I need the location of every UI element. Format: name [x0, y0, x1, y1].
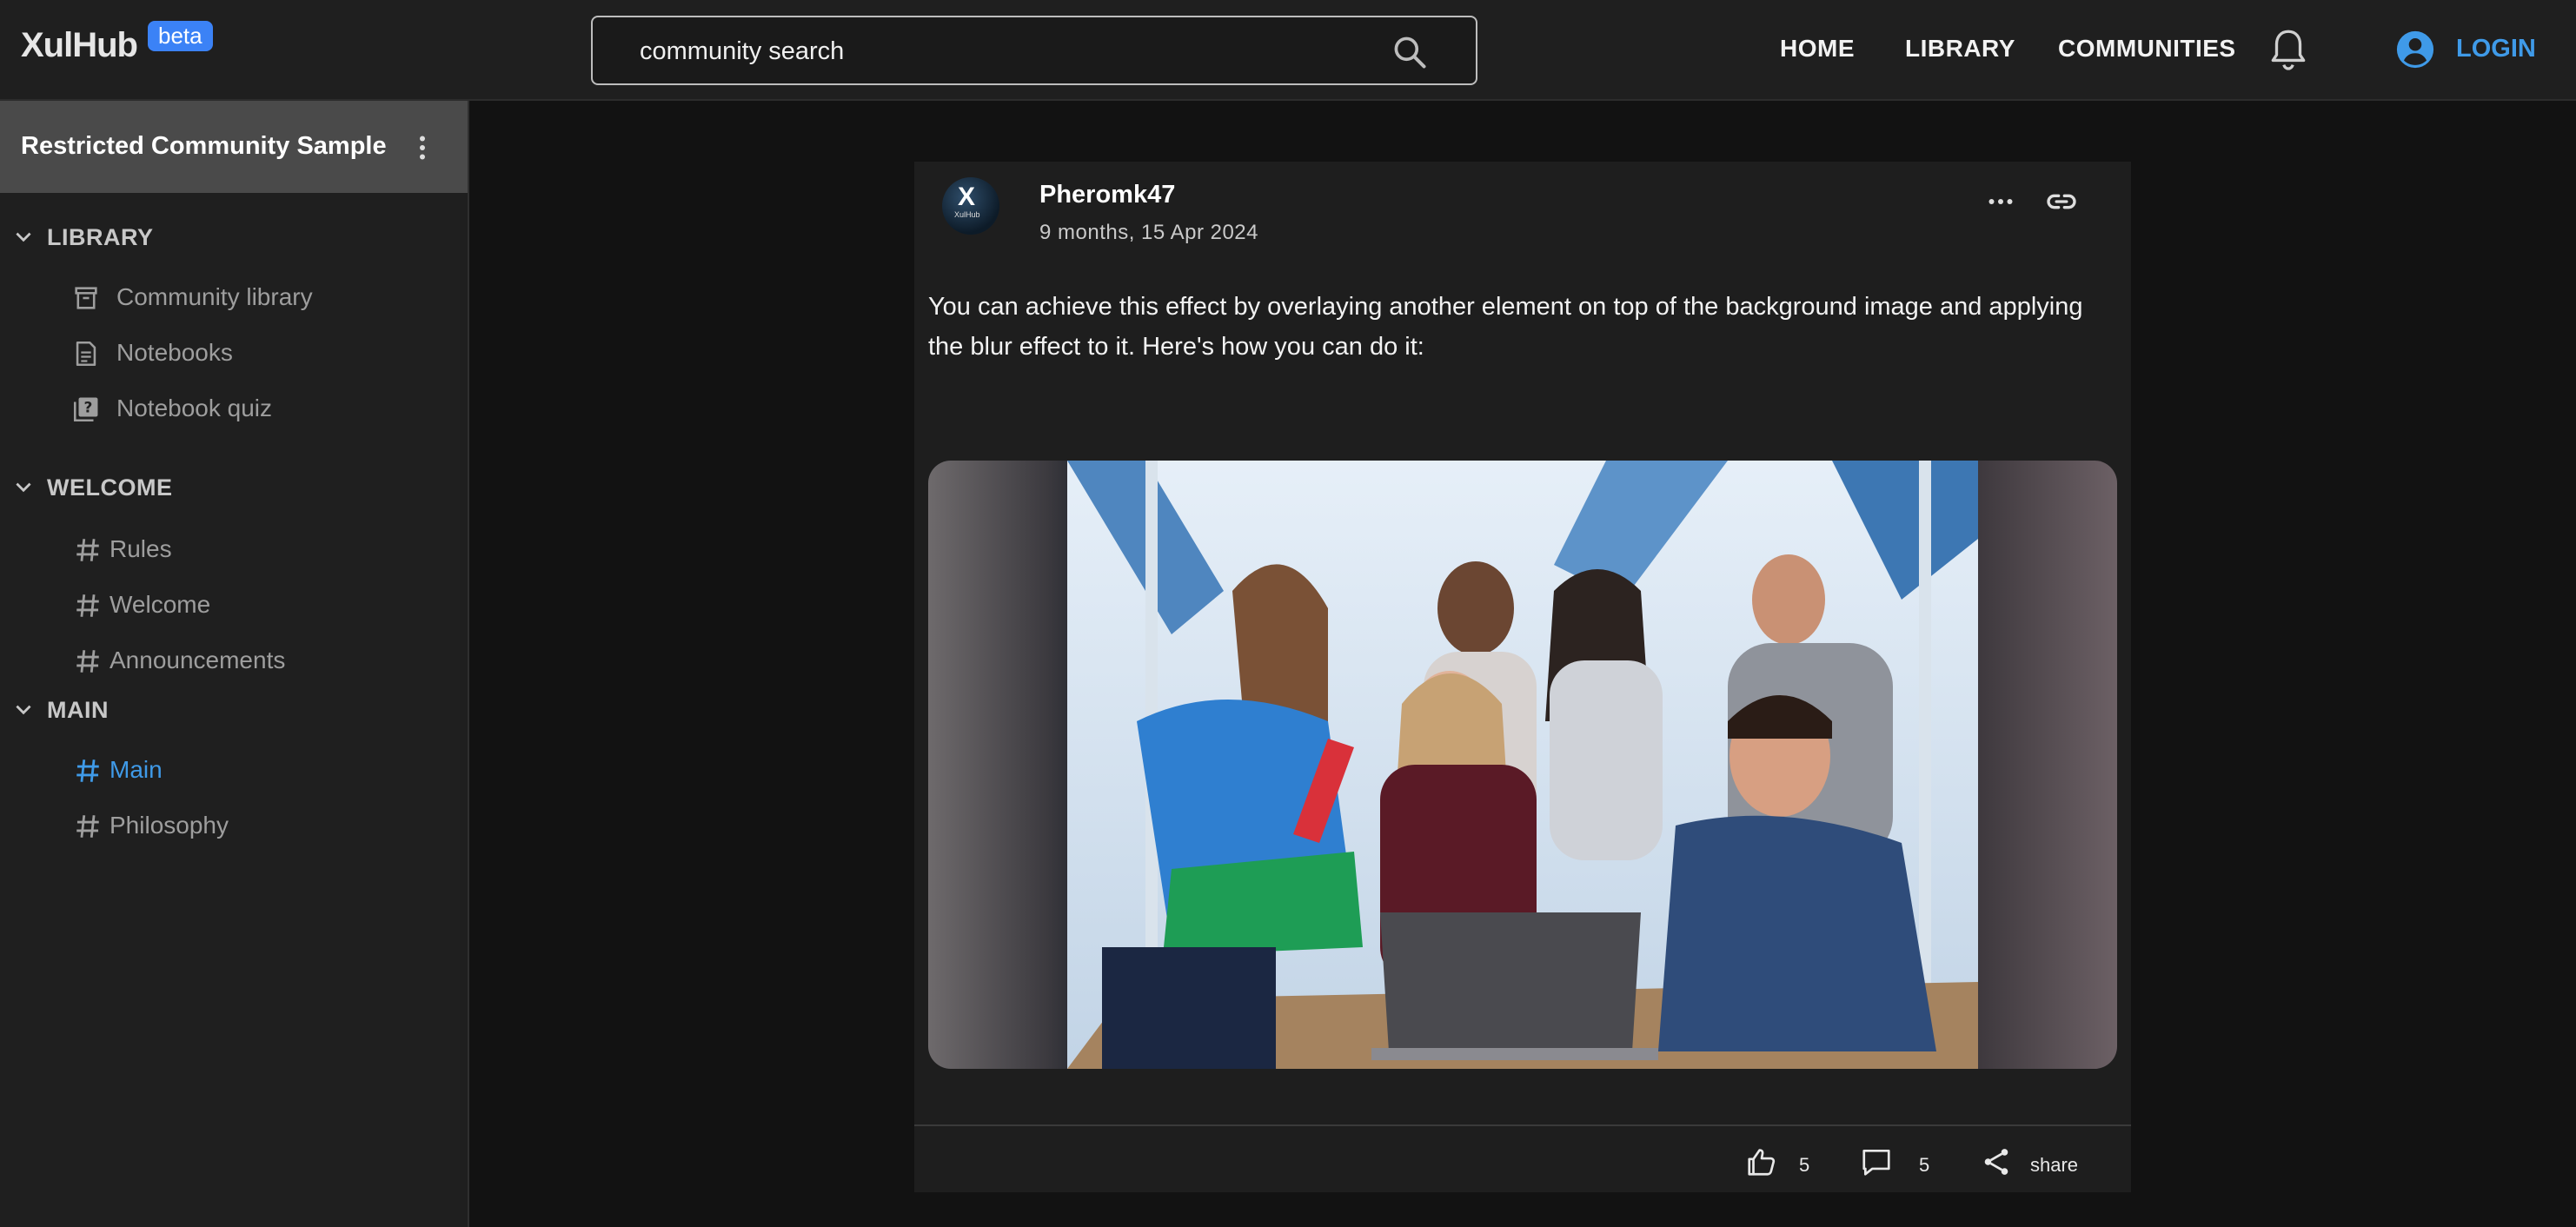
post-divider — [914, 1124, 2131, 1126]
nav-library[interactable]: LIBRARY — [1905, 35, 2015, 63]
sidebar: Restricted Community Sample LIBRARY Comm… — [0, 101, 469, 1227]
community-title: Restricted Community Sample — [21, 132, 387, 160]
avatar[interactable]: X XulHub — [942, 177, 999, 235]
more-horizontal-icon[interactable] — [1985, 186, 2016, 217]
link-icon[interactable] — [2044, 184, 2079, 219]
share-icon — [1984, 1149, 2008, 1175]
comment-icon — [1862, 1149, 1890, 1176]
like-button[interactable]: 5 — [1745, 1145, 1823, 1184]
sidebar-item-label: Philosophy — [110, 812, 229, 839]
sidebar-item-community-library[interactable]: Community library — [71, 283, 384, 315]
post-date: 9 months, 15 Apr 2024 — [1039, 221, 1258, 244]
share-label: share — [2030, 1154, 2079, 1176]
sidebar-item-announcements[interactable]: Announcements — [73, 647, 386, 678]
thumbs-up-icon — [1748, 1149, 1776, 1176]
nav-communities[interactable]: COMMUNITIES — [2058, 35, 2236, 63]
sidebar-item-main[interactable]: Main — [73, 756, 386, 787]
top-bar: XulHub beta HOME LIBRARY COMMUNITIES LOG… — [0, 0, 2576, 101]
sidebar-item-welcome[interactable]: Welcome — [73, 591, 386, 622]
bell-icon[interactable] — [2267, 26, 2310, 73]
sidebar-item-philosophy[interactable]: Philosophy — [73, 812, 386, 843]
section-main[interactable]: MAIN — [12, 697, 109, 724]
hashtag-icon — [76, 815, 99, 838]
chevron-down-icon — [16, 482, 31, 493]
document-icon — [76, 341, 96, 367]
section-welcome-title: WELCOME — [47, 474, 173, 501]
section-welcome[interactable]: WELCOME — [12, 474, 173, 501]
more-vertical-icon[interactable] — [412, 132, 433, 163]
post-image[interactable] — [928, 461, 2117, 1069]
hashtag-icon — [76, 759, 99, 782]
sidebar-item-label: Community library — [116, 283, 313, 310]
sidebar-item-label: Main — [110, 756, 163, 783]
quiz-icon: ? — [73, 397, 98, 422]
nav-home[interactable]: HOME — [1780, 35, 1855, 63]
sidebar-item-label: Notebooks — [116, 339, 233, 366]
account-circle-icon[interactable] — [2395, 30, 2435, 70]
sidebar-item-label: Announcements — [110, 647, 286, 673]
post-card: X XulHub Pheromk47 9 months, 15 Apr 2024… — [914, 162, 2131, 1192]
sidebar-item-notebook-quiz[interactable]: ? Notebook quiz — [71, 395, 384, 426]
search-icon[interactable] — [1391, 33, 1429, 71]
sidebar-item-notebooks[interactable]: Notebooks — [71, 339, 384, 370]
sidebar-item-label: Rules — [110, 535, 172, 562]
svg-text:?: ? — [84, 400, 93, 417]
search-input[interactable] — [640, 33, 1352, 70]
post-author[interactable]: Pheromk47 — [1039, 181, 1175, 209]
section-library[interactable]: LIBRARY — [12, 224, 154, 251]
chevron-down-icon — [16, 705, 31, 715]
hashtag-icon — [76, 650, 99, 673]
sidebar-item-rules[interactable]: Rules — [73, 535, 386, 567]
search-box[interactable] — [591, 16, 1477, 85]
chevron-down-icon — [16, 232, 31, 242]
avatar-caption: XulHub — [954, 210, 980, 219]
post-body: You can achieve this effect by overlayin… — [928, 293, 2083, 361]
community-header: Restricted Community Sample — [0, 101, 468, 193]
avatar-letter: X — [958, 182, 976, 211]
like-count: 5 — [1799, 1154, 1810, 1176]
comment-button[interactable]: 5 — [1860, 1145, 1938, 1184]
sidebar-item-label: Notebook quiz — [116, 395, 273, 421]
login-button[interactable]: LOGIN — [2456, 35, 2536, 63]
hashtag-icon — [76, 594, 99, 617]
app-logo[interactable]: XulHub — [21, 26, 138, 65]
hashtag-icon — [76, 539, 99, 561]
team-photo-illustration — [1067, 461, 1978, 1069]
comment-count: 5 — [1919, 1154, 1930, 1176]
section-main-title: MAIN — [47, 697, 109, 723]
archive-icon — [75, 287, 97, 309]
beta-badge: beta — [148, 21, 213, 51]
share-button[interactable]: share — [1980, 1145, 2093, 1184]
section-library-title: LIBRARY — [47, 224, 154, 250]
sidebar-item-label: Welcome — [110, 591, 211, 618]
